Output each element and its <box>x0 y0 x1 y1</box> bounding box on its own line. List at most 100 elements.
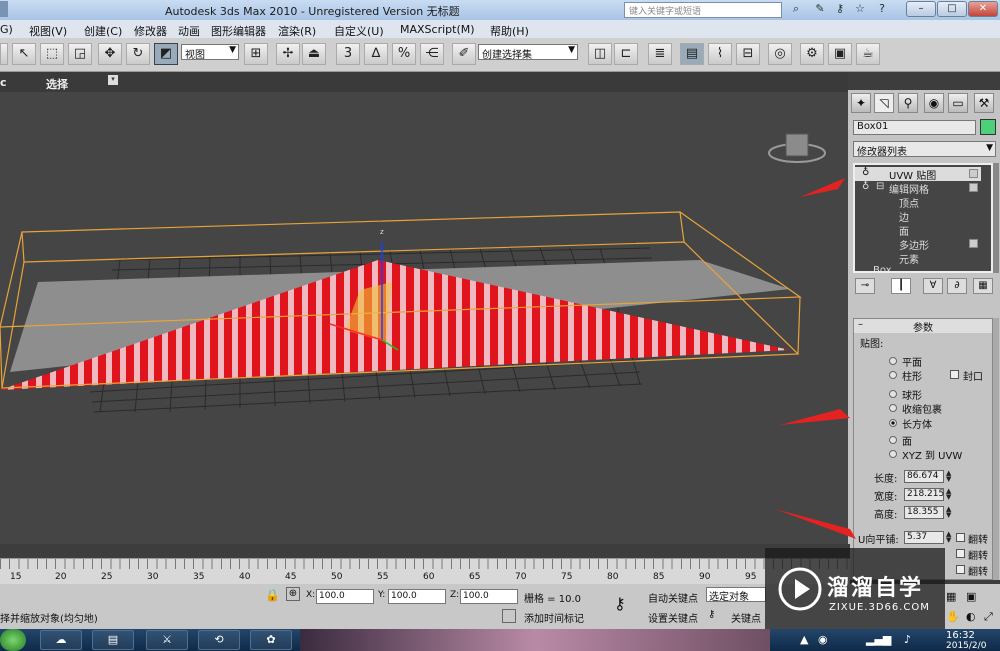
motion-tab-icon[interactable]: ◉ <box>924 93 944 113</box>
track-bar[interactable]: 15 20 25 30 35 40 45 50 55 60 65 70 75 8… <box>0 558 850 584</box>
stack-sub-polygon[interactable]: 多边形 <box>855 237 981 252</box>
close-button[interactable]: ✕ <box>968 1 998 17</box>
tools-icon[interactable]: ✎ <box>812 2 828 17</box>
key-filter-select[interactable]: 选定对象 <box>706 587 766 603</box>
time-slider[interactable] <box>0 544 850 558</box>
collapse-icon[interactable]: ⊟ <box>876 181 884 192</box>
graphite-tools-icon[interactable]: ▤ <box>680 43 704 65</box>
modifier-list-dropdown[interactable]: 修改器列表 ▼ <box>853 141 996 158</box>
clock-time[interactable]: 16:32 <box>946 630 975 641</box>
add-time-tag-button[interactable]: 添加时间标记 <box>524 610 584 625</box>
menu-create[interactable]: 创建(C) <box>84 23 122 39</box>
mirror-icon[interactable]: ◫ <box>588 43 612 65</box>
render-setup-icon[interactable]: ⚙ <box>800 43 824 65</box>
help-icon[interactable]: ? <box>874 2 890 17</box>
align-icon[interactable]: ⊏ <box>614 43 638 65</box>
move-icon[interactable]: ✥ <box>98 43 122 65</box>
tray-network-icon[interactable]: ◉ <box>818 633 828 646</box>
paw-app-icon[interactable]: ✿ <box>250 630 292 650</box>
spinner-snap-icon[interactable]: ⋲ <box>420 43 444 65</box>
width-spinner[interactable]: 218.215 <box>904 488 944 501</box>
spinner-arrows-icon[interactable]: ▲ ▼ <box>946 488 953 501</box>
named-selection-set[interactable]: 创建选择集 ▼ <box>478 44 578 61</box>
star-icon[interactable]: ☆ <box>852 2 868 17</box>
dropdown-icon[interactable]: ▾ <box>108 75 118 85</box>
z-coord-field[interactable]: 100.0 <box>460 589 518 604</box>
stack-sub-face[interactable]: 面 <box>855 223 981 238</box>
remove-modifier-icon[interactable]: ∂ <box>947 278 967 294</box>
render-teapot-icon[interactable]: ☕ <box>856 43 880 65</box>
percent-snap-icon[interactable]: % <box>392 43 416 65</box>
configure-sets-icon[interactable]: ▦ <box>973 278 993 294</box>
angle-snap-icon[interactable]: ∆ <box>364 43 388 65</box>
absolute-mode-icon[interactable]: ⊕ <box>286 587 300 601</box>
stack-item-checkbox[interactable] <box>969 183 978 192</box>
material-editor-icon[interactable]: ◎ <box>768 43 792 65</box>
select-region-icon[interactable]: ⬚ <box>40 43 64 65</box>
make-unique-icon[interactable]: ∀ <box>923 278 943 294</box>
maximize-button[interactable]: □ <box>937 1 967 17</box>
maximize-viewport-icon[interactable]: ⤢ <box>984 610 993 624</box>
spinner-arrows-icon[interactable]: ▲ ▼ <box>946 506 953 519</box>
menu-modifiers[interactable]: 修改器 <box>134 23 167 39</box>
menu-customize[interactable]: 自定义(U) <box>334 23 384 39</box>
display-tab-icon[interactable]: ▭ <box>948 93 968 113</box>
menu-edit[interactable]: G) <box>0 23 13 36</box>
zoom-all-icon[interactable]: ▣ <box>966 590 976 603</box>
stack-sub-element[interactable]: 元素 <box>855 251 981 266</box>
rollout-header[interactable]: – 参数 <box>854 319 992 334</box>
time-tag-icon[interactable] <box>502 609 516 623</box>
show-end-result-icon[interactable]: ┃ <box>891 278 911 294</box>
snap-toggle-icon[interactable]: 3 <box>336 43 360 65</box>
reference-coord-select[interactable]: 视图 ▼ <box>181 44 239 61</box>
u-tile-spinner[interactable]: 5.37 <box>904 531 944 544</box>
chat-app-icon[interactable]: ☁ <box>40 630 82 650</box>
radio-face[interactable] <box>889 436 897 444</box>
key-filters-icon[interactable]: ⚷ <box>708 609 715 620</box>
viewport-label[interactable]: c <box>0 76 7 89</box>
key-filters-button[interactable]: 关键点 <box>731 610 761 625</box>
stack-item-checkbox[interactable] <box>969 239 978 248</box>
pan-icon[interactable]: ✋ <box>946 610 960 623</box>
flip-w-checkbox[interactable] <box>956 565 965 574</box>
menu-graph-editors[interactable]: 图形编辑器 <box>211 23 266 39</box>
zoom-icon[interactable]: ▦ <box>946 590 956 603</box>
stack-sub-vertex[interactable]: 顶点 <box>855 195 981 210</box>
flip-checkbox[interactable] <box>956 533 965 542</box>
menu-maxscript[interactable]: MAXScript(M) <box>400 23 475 36</box>
key-icon[interactable]: ⚷ <box>832 2 848 17</box>
clock-date[interactable]: 2015/2/0 <box>946 641 986 651</box>
help-search-input[interactable]: 键入关键字或短语 <box>624 2 782 18</box>
window-crossing-icon[interactable]: ◲ <box>68 43 92 65</box>
radio-cylindrical[interactable] <box>889 371 897 379</box>
select-object-icon[interactable]: ↖ <box>12 43 36 65</box>
cap-checkbox[interactable] <box>950 370 959 379</box>
utilities-tab-icon[interactable]: ⚒ <box>974 93 994 113</box>
radio-xyz-to-uvw[interactable] <box>889 450 897 458</box>
game-app-icon[interactable]: ⚔ <box>146 630 188 650</box>
length-spinner[interactable]: 86.674 <box>904 470 944 483</box>
pin-stack-icon[interactable]: ⊸ <box>855 278 875 294</box>
keyboard-shortcut-icon[interactable]: ⏏ <box>302 43 326 65</box>
pivot-center-icon[interactable]: ⊞ <box>244 43 268 65</box>
spinner-arrows-icon[interactable]: ▲ ▼ <box>946 470 953 483</box>
tray-signal-icon[interactable]: ▂▄▆ <box>866 633 891 646</box>
perspective-viewport[interactable]: z <box>0 92 848 544</box>
stack-item-uvw-map[interactable]: ♁ UVW 贴图 <box>855 167 981 182</box>
rotate-icon[interactable]: ↻ <box>126 43 150 65</box>
radio-planar[interactable] <box>889 357 897 365</box>
bulb-icon[interactable]: ♁ <box>862 181 869 192</box>
height-spinner[interactable]: 18.355 <box>904 506 944 519</box>
layer-manager-icon[interactable]: ≣ <box>648 43 672 65</box>
curve-editor-icon[interactable]: ⌇ <box>708 43 732 65</box>
scale-icon[interactable]: ◩ <box>154 43 178 65</box>
select-manipulate-icon[interactable]: ✢ <box>276 43 300 65</box>
y-coord-field[interactable]: 100.0 <box>388 589 446 604</box>
object-name-field[interactable]: Box01 <box>853 120 976 135</box>
link-icon[interactable] <box>0 43 8 65</box>
menu-help[interactable]: 帮助(H) <box>490 23 529 39</box>
create-tab-icon[interactable]: ✦ <box>851 93 871 113</box>
pdf-app-icon[interactable]: ▤ <box>92 630 134 650</box>
tray-volume-icon[interactable]: ♪ <box>904 633 911 646</box>
tray-chevron-icon[interactable]: ▲ <box>800 633 808 646</box>
